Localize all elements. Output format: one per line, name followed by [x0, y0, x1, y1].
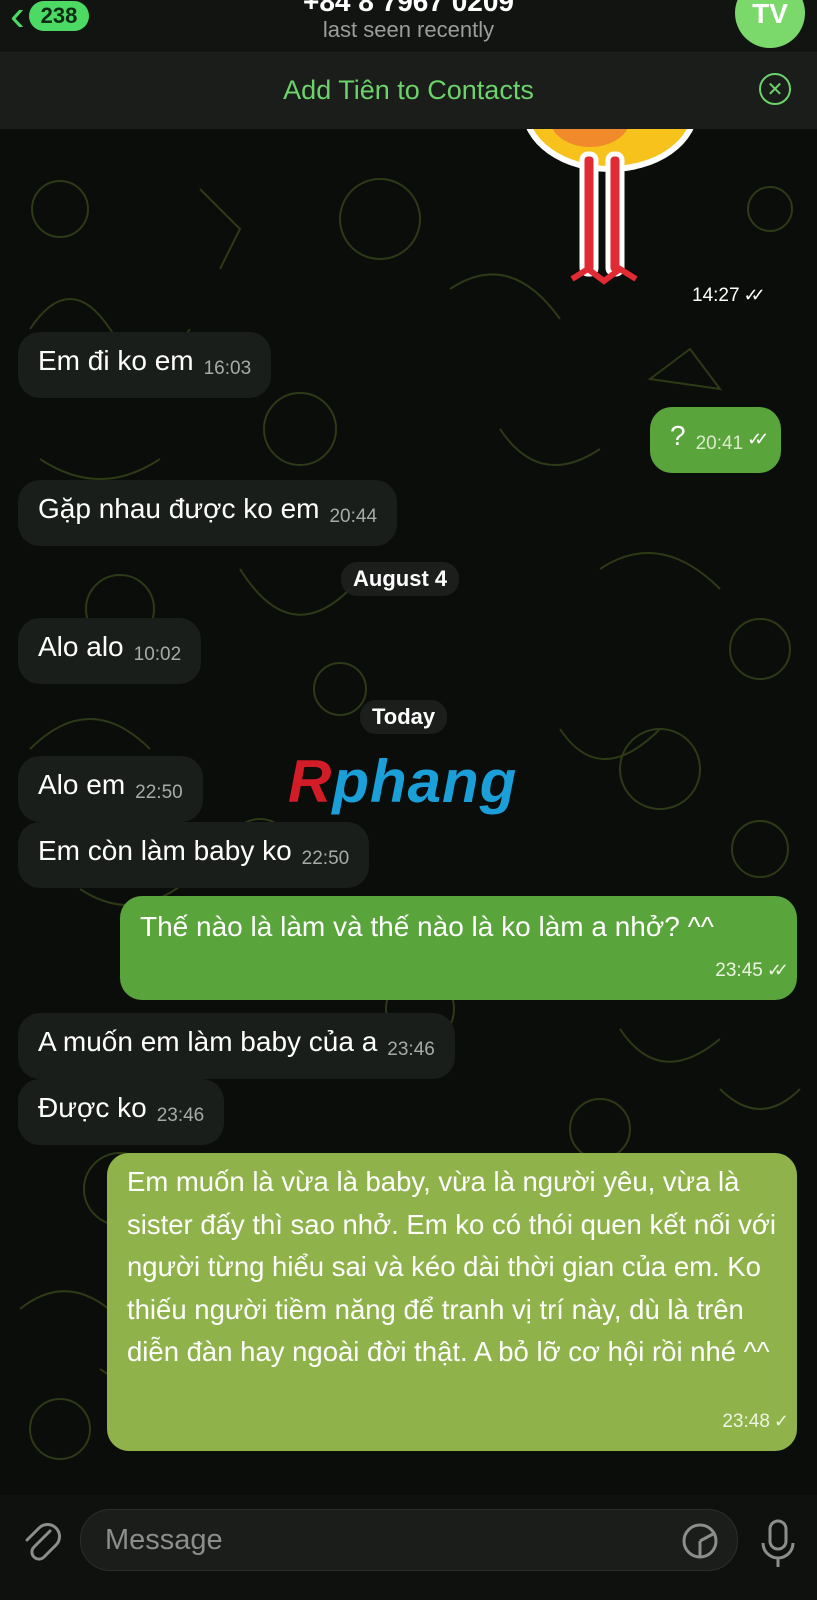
- double-check-icon: ✓✓: [747, 429, 769, 449]
- message-time: 16:03: [203, 358, 252, 379]
- message-text: Gặp nhau được ko em: [38, 493, 320, 524]
- message-text: Em đi ko em: [38, 345, 194, 376]
- chat-area[interactable]: 14:27 ✓✓ Em đi ko em 16:03 ? 20:41 ✓✓ Gặp nh…: [0, 129, 817, 1495]
- message-text: Được ko: [38, 1092, 147, 1123]
- message-bubble-in[interactable]: Em đi ko em 16:03: [18, 332, 272, 398]
- add-contact-bar: Add Tiên to Contacts ✕: [0, 53, 817, 129]
- date-separator: August 4: [341, 562, 460, 596]
- paperclip-icon[interactable]: [20, 1517, 64, 1567]
- message-time: 22:50: [135, 782, 183, 803]
- message-text: Em muốn là vừa là baby, vừa là người yêu…: [127, 1166, 777, 1367]
- last-seen-status: last seen recently: [322, 17, 495, 42]
- message-bubble-in[interactable]: Alo em 22:50: [18, 756, 203, 822]
- message-meta: 23:48 ✓: [722, 1400, 789, 1444]
- message-text: A muốn em làm baby của a: [38, 1026, 378, 1057]
- message-text: Alo em: [38, 769, 126, 800]
- message-bubble-out[interactable]: ? 20:41 ✓✓: [650, 407, 782, 473]
- double-check-icon: ✓✓: [743, 285, 766, 305]
- message-time: 14:27: [692, 285, 740, 306]
- message-bubble-out[interactable]: Em muốn là vừa là baby, vừa là người yêu…: [107, 1153, 797, 1451]
- close-icon[interactable]: ✕: [759, 73, 791, 105]
- watermark-logo: Rphang: [288, 748, 518, 815]
- message-text: ?: [670, 420, 686, 451]
- message-time: 23:48: [722, 1410, 770, 1432]
- message-text: Em còn làm baby ko: [38, 835, 292, 866]
- message-time: 20:41: [695, 433, 744, 454]
- avatar-initials: TV: [752, 0, 788, 29]
- chat-header: ‹ 238 +84 8 7967 0209 last seen recently…: [0, 0, 817, 53]
- message-input[interactable]: Message: [80, 1509, 738, 1571]
- message-meta: 23:45 ✓✓: [715, 949, 789, 992]
- microphone-icon[interactable]: [758, 1517, 798, 1571]
- add-to-contacts-button[interactable]: Add Tiên to Contacts: [0, 75, 817, 106]
- double-check-icon: ✓✓: [766, 960, 789, 980]
- message-time: 10:02: [133, 644, 182, 665]
- sticker-icon[interactable]: [681, 1522, 719, 1560]
- bird-sticker[interactable]: [520, 129, 700, 299]
- message-bubble-in[interactable]: Gặp nhau được ko em 20:44: [18, 480, 398, 546]
- check-icon: ✓: [773, 1410, 789, 1431]
- message-bubble-in[interactable]: Em còn làm baby ko 22:50: [18, 822, 370, 888]
- message-time: 23:45: [715, 960, 763, 981]
- message-time: 23:46: [156, 1105, 205, 1126]
- message-text: Thế nào là làm và thế nào là ko làm a nh…: [140, 911, 714, 942]
- message-time: 23:46: [387, 1039, 435, 1060]
- message-placeholder: Message: [105, 1524, 223, 1556]
- message-bubble-in[interactable]: Alo alo 10:02: [18, 618, 202, 684]
- message-time: 22:50: [301, 848, 350, 869]
- message-bubble-out[interactable]: Thế nào là làm và thế nào là ko làm a nh…: [120, 896, 797, 1000]
- message-bubble-in[interactable]: Được ko 23:46: [18, 1079, 225, 1145]
- sticker-timestamp: 14:27 ✓✓: [692, 285, 766, 307]
- date-separator: Today: [360, 700, 448, 734]
- message-bubble-in[interactable]: A muốn em làm baby của a 23:46: [18, 1013, 455, 1079]
- message-time: 20:44: [329, 506, 378, 527]
- message-text: Alo alo: [38, 631, 124, 662]
- message-composer: Message: [0, 1495, 817, 1600]
- contact-title[interactable]: +84 8 7967 0209: [0, 0, 817, 18]
